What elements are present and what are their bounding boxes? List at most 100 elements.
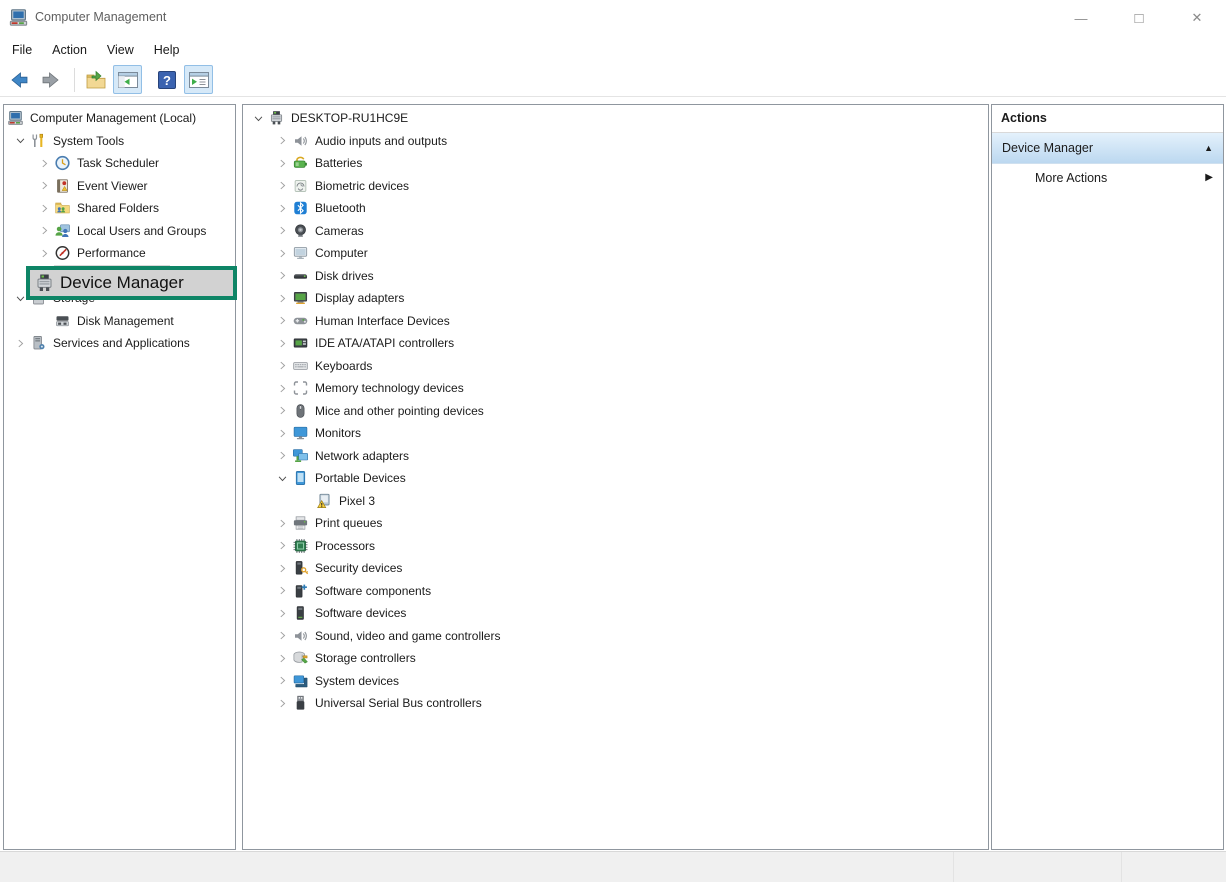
tree-item-bluetooth[interactable]: Bluetooth <box>243 197 988 220</box>
chevron-right-icon[interactable] <box>273 223 292 239</box>
folder-export-icon <box>85 69 107 91</box>
chevron-right-icon[interactable] <box>273 358 292 374</box>
chevron-right-icon[interactable] <box>35 245 54 261</box>
menu-item-help[interactable]: Help <box>144 40 190 60</box>
chevron-right-icon[interactable] <box>273 695 292 711</box>
menu-item-view[interactable]: View <box>97 40 144 60</box>
show-action-pane-button[interactable] <box>184 65 213 94</box>
tree-item-computer-management-local[interactable]: Computer Management (Local) <box>4 107 235 130</box>
chevron-right-icon[interactable] <box>273 673 292 689</box>
tree-item-software-components[interactable]: Software components <box>243 580 988 603</box>
row-content: System Tools <box>30 130 124 153</box>
tree-item-batteries[interactable]: Batteries <box>243 152 988 175</box>
chevron-right-icon[interactable] <box>273 448 292 464</box>
chevron-down-icon[interactable] <box>273 470 292 486</box>
chevron-right-icon[interactable] <box>273 583 292 599</box>
tree-item-services-and-applications[interactable]: Services and Applications <box>4 332 235 355</box>
tree-item-performance[interactable]: Performance <box>4 242 235 265</box>
chevron-right-icon[interactable] <box>273 200 292 216</box>
tree-item-label: Shared Folders <box>77 201 159 215</box>
chevron-right-icon[interactable] <box>273 133 292 149</box>
row-content: Keyboards <box>292 355 372 378</box>
tree-item-shared-folders[interactable]: Shared Folders <box>4 197 235 220</box>
chevron-right-icon[interactable] <box>273 155 292 171</box>
tree-item-portable-devices[interactable]: Portable Devices <box>243 467 988 490</box>
chevron-right-icon[interactable] <box>273 538 292 554</box>
actions-group-device-manager[interactable]: Device Manager ▲ <box>992 133 1223 164</box>
tree-item-universal-serial-bus-controllers[interactable]: Universal Serial Bus controllers <box>243 692 988 715</box>
chevron-right-icon[interactable] <box>35 178 54 194</box>
chevron-right-icon[interactable] <box>273 650 292 666</box>
tree-item-processors[interactable]: Processors <box>243 535 988 558</box>
tree-item-display-adapters[interactable]: Display adapters <box>243 287 988 310</box>
maximize-button[interactable]: □ <box>1110 0 1168 36</box>
memory-icon <box>292 380 309 396</box>
computer-management-icon <box>7 110 24 126</box>
tree-item-human-interface-devices[interactable]: Human Interface Devices <box>243 310 988 333</box>
row-content: Memory technology devices <box>292 377 464 400</box>
tree-item-disk-management[interactable]: Disk Management <box>4 310 235 333</box>
close-button[interactable]: ✕ <box>1168 0 1226 36</box>
menu-item-file[interactable]: File <box>2 40 42 60</box>
chevron-right-icon[interactable] <box>273 290 292 306</box>
arrow-left-icon <box>8 69 30 91</box>
tree-item-computer[interactable]: Computer <box>243 242 988 265</box>
tree-item-network-adapters[interactable]: Network adapters <box>243 445 988 468</box>
mice-icon <box>292 403 309 419</box>
back-button[interactable] <box>4 65 33 94</box>
chevron-down-icon[interactable] <box>11 133 30 149</box>
chevron-right-icon[interactable] <box>273 245 292 261</box>
chevron-right-icon[interactable] <box>273 628 292 644</box>
highlight-annotation-device-manager[interactable]: Device Manager <box>26 266 237 300</box>
menu-item-action[interactable]: Action <box>42 40 97 60</box>
tree-item-disk-drives[interactable]: Disk drives <box>243 265 988 288</box>
more-actions-item[interactable]: More Actions ▶ <box>992 164 1223 191</box>
chevron-right-icon[interactable] <box>273 335 292 351</box>
chevron-right-icon[interactable] <box>273 313 292 329</box>
chevron-right-icon[interactable] <box>273 425 292 441</box>
minimize-button[interactable]: — <box>1052 0 1110 36</box>
tree-item-audio-inputs-and-outputs[interactable]: Audio inputs and outputs <box>243 130 988 153</box>
tree-item-local-users-and-groups[interactable]: Local Users and Groups <box>4 220 235 243</box>
chevron-right-icon[interactable] <box>35 155 54 171</box>
tree-item-cameras[interactable]: Cameras <box>243 220 988 243</box>
tree-item-pixel-3[interactable]: Pixel 3 <box>243 490 988 513</box>
chevron-right-icon[interactable] <box>273 560 292 576</box>
tree-item-event-viewer[interactable]: Event Viewer <box>4 175 235 198</box>
chevron-down-icon[interactable] <box>249 110 268 126</box>
chevron-right-icon[interactable] <box>11 335 30 351</box>
tree-item-desktop-ru1hc9e[interactable]: DESKTOP-RU1HC9E <box>243 107 988 130</box>
chevron-right-icon[interactable] <box>273 178 292 194</box>
tree-item-security-devices[interactable]: Security devices <box>243 557 988 580</box>
chevron-right-icon[interactable] <box>273 605 292 621</box>
tree-item-software-devices[interactable]: Software devices <box>243 602 988 625</box>
collapse-icon[interactable]: ▲ <box>1204 143 1213 153</box>
tree-item-biometric-devices[interactable]: Biometric devices <box>243 175 988 198</box>
tree-item-label: Biometric devices <box>315 179 409 193</box>
tree-item-system-tools[interactable]: System Tools <box>4 130 235 153</box>
chevron-right-icon[interactable] <box>273 403 292 419</box>
tree-item-sound-video-and-game-controllers[interactable]: Sound, video and game controllers <box>243 625 988 648</box>
help-button[interactable]: ? <box>152 65 181 94</box>
chevron-right-icon[interactable] <box>273 268 292 284</box>
chevron-right-icon[interactable] <box>273 515 292 531</box>
computer-management-app-icon <box>9 8 28 27</box>
tree-item-monitors[interactable]: Monitors <box>243 422 988 445</box>
chevron-right-icon[interactable] <box>35 200 54 216</box>
tree-item-system-devices[interactable]: System devices <box>243 670 988 693</box>
tree-item-task-scheduler[interactable]: Task Scheduler <box>4 152 235 175</box>
row-content: Pixel 3 <box>316 490 375 513</box>
tree-item-mice-and-other-pointing-devices[interactable]: Mice and other pointing devices <box>243 400 988 423</box>
chevron-right-icon[interactable] <box>35 223 54 239</box>
show-console-tree-button[interactable] <box>113 65 142 94</box>
export-list-button[interactable] <box>81 65 110 94</box>
tree-item-storage-controllers[interactable]: Storage controllers <box>243 647 988 670</box>
tree-item-print-queues[interactable]: Print queues <box>243 512 988 535</box>
row-content: Audio inputs and outputs <box>292 130 447 153</box>
forward-button[interactable] <box>36 65 65 94</box>
tree-item-ide-ata-atapi-controllers[interactable]: IDE ATA/ATAPI controllers <box>243 332 988 355</box>
chevron-right-icon[interactable] <box>273 380 292 396</box>
tree-item-label: Human Interface Devices <box>315 314 450 328</box>
tree-item-keyboards[interactable]: Keyboards <box>243 355 988 378</box>
tree-item-memory-technology-devices[interactable]: Memory technology devices <box>243 377 988 400</box>
